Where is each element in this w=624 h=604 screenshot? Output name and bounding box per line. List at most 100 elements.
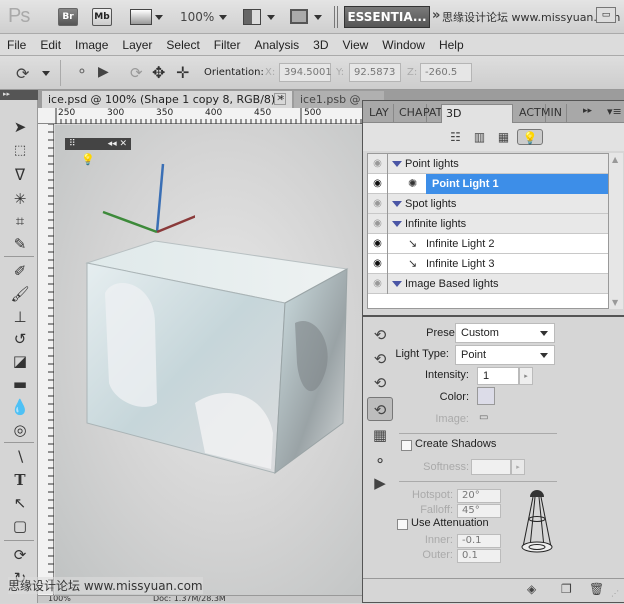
expand-triangle-icon[interactable] bbox=[392, 281, 402, 287]
panel-splitter[interactable] bbox=[363, 315, 624, 317]
lasso-tool-icon[interactable]: ᐁ bbox=[8, 164, 32, 186]
visibility-eye-icon[interactable]: ◉ bbox=[368, 214, 388, 234]
gradient-tool-icon[interactable]: ▬ bbox=[8, 373, 32, 395]
visibility-eye-icon[interactable]: ◉ bbox=[368, 174, 388, 194]
visibility-eye-icon[interactable]: ◉ bbox=[368, 234, 388, 254]
expand-triangle-icon[interactable] bbox=[392, 161, 402, 167]
orientation-x-input[interactable]: 394.5001 bbox=[279, 63, 332, 82]
launch-minibridge-button[interactable]: Mb bbox=[92, 8, 112, 26]
intensity-input[interactable]: 1 bbox=[477, 367, 519, 385]
folder-icon[interactable]: ▭ bbox=[479, 412, 488, 423]
view-extras-dropdown[interactable] bbox=[155, 15, 163, 20]
light-infinite-light-2[interactable]: ◉ ↘ Infinite Light 2 bbox=[368, 234, 608, 254]
visibility-eye-icon[interactable]: ◉ bbox=[368, 274, 388, 294]
rotate-light-tool-icon[interactable]: ⟲ bbox=[367, 397, 393, 421]
magic-wand-tool-icon[interactable]: ✳ bbox=[8, 188, 32, 210]
falloff-input[interactable]: 45° bbox=[457, 504, 501, 518]
inner-input[interactable]: -0.1 bbox=[457, 534, 501, 548]
type-tool-icon[interactable]: T bbox=[8, 469, 32, 491]
group-infinite-lights[interactable]: ◉ Infinite lights bbox=[368, 214, 608, 234]
document-canvas[interactable]: ⠿ ◂◂ ✕ 💡 bbox=[55, 125, 365, 595]
move-tool-icon[interactable]: ➤ bbox=[8, 116, 32, 138]
arrange-documents-icon[interactable] bbox=[243, 9, 261, 25]
orientation-y-input[interactable]: 92.5873 bbox=[349, 63, 401, 82]
light-type-select[interactable]: Point bbox=[455, 345, 555, 365]
drag-light-icon[interactable]: ✥ bbox=[152, 63, 165, 82]
menu-3d[interactable]: 3D bbox=[306, 34, 335, 56]
workspace-overflow-button[interactable]: » bbox=[432, 8, 440, 23]
tool-preset-dropdown[interactable] bbox=[42, 71, 50, 76]
shape-tool-icon[interactable]: ▢ bbox=[8, 515, 32, 537]
tab-3d-lights[interactable]: 3D {LIGHTS} bbox=[441, 104, 513, 138]
hotspot-input[interactable]: 20° bbox=[457, 489, 501, 503]
orientation-z-input[interactable]: -260.5 bbox=[420, 63, 472, 82]
new-spot-light-icon[interactable]: ⟲ bbox=[367, 347, 393, 371]
light-bulb-icon[interactable]: 💡 bbox=[81, 153, 95, 166]
history-brush-tool-icon[interactable]: ↺ bbox=[8, 328, 32, 350]
collapse-close-icons[interactable]: ◂◂ ✕ bbox=[108, 138, 127, 150]
intensity-slider-button[interactable]: ▸ bbox=[519, 367, 533, 385]
status-zoom[interactable]: 100% bbox=[48, 596, 71, 603]
view-extras-icon[interactable] bbox=[130, 9, 152, 25]
lights-tree-scrollbar[interactable]: ▲ ▼ bbox=[609, 153, 623, 309]
eraser-tool-icon[interactable]: ◪ bbox=[8, 350, 32, 372]
delete-light-icon[interactable]: 🗑 bbox=[589, 582, 604, 596]
3d-axis-gizmo[interactable] bbox=[95, 160, 195, 240]
group-spot-lights[interactable]: ◉ Spot lights bbox=[368, 194, 608, 214]
filter-lights-icon[interactable]: 💡 bbox=[517, 129, 543, 145]
slide-light-icon[interactable]: ✛ bbox=[176, 63, 189, 82]
tools-panel-collapse[interactable]: ▸▸ bbox=[0, 90, 38, 100]
move-to-camera-icon[interactable]: ▶ bbox=[367, 471, 393, 495]
dodge-tool-icon[interactable]: ◎ bbox=[8, 419, 32, 441]
filter-whole-scene-icon[interactable]: ☷ bbox=[447, 129, 464, 145]
healing-brush-tool-icon[interactable]: ✐ bbox=[8, 260, 32, 282]
create-new-light-icon[interactable]: ❐ bbox=[561, 582, 572, 596]
menu-filter[interactable]: Filter bbox=[207, 34, 248, 56]
create-shadows-checkbox[interactable] bbox=[401, 440, 412, 451]
new-point-light-icon[interactable]: ⟲ bbox=[367, 323, 393, 347]
menu-file[interactable]: File bbox=[0, 34, 33, 56]
menu-select[interactable]: Select bbox=[159, 34, 206, 56]
group-image-based-lights[interactable]: ◉ Image Based lights bbox=[368, 274, 608, 294]
panel-expand-icon[interactable]: ▸▸ bbox=[583, 106, 592, 116]
filter-materials-icon[interactable]: ▦ bbox=[495, 129, 512, 145]
eyedropper-tool-icon[interactable]: ✎ bbox=[8, 233, 32, 255]
ice-cube-3d-object[interactable] bbox=[85, 233, 355, 493]
menu-image[interactable]: Image bbox=[68, 34, 115, 56]
use-attenuation-checkbox[interactable] bbox=[397, 519, 408, 530]
light-infinite-light-3[interactable]: ◉ ↘ Infinite Light 3 bbox=[368, 254, 608, 274]
visibility-eye-icon[interactable]: ◉ bbox=[368, 254, 388, 274]
window-restore-button[interactable]: ▭ bbox=[596, 7, 616, 23]
close-tab-icon[interactable]: ✕ bbox=[274, 93, 286, 105]
arrange-dropdown[interactable] bbox=[267, 15, 275, 20]
expand-triangle-icon[interactable] bbox=[392, 201, 402, 207]
screen-mode-dropdown[interactable] bbox=[314, 15, 322, 20]
menu-view[interactable]: View bbox=[335, 34, 375, 56]
zoom-level[interactable]: 100% bbox=[180, 10, 214, 24]
expand-triangle-icon[interactable] bbox=[392, 221, 402, 227]
menu-help[interactable]: Help bbox=[432, 34, 471, 56]
return-light-to-origin-icon[interactable]: ⚬ bbox=[76, 64, 88, 80]
crop-tool-icon[interactable]: ⌗ bbox=[8, 210, 32, 232]
pen-tool-icon[interactable]: ∖ bbox=[8, 446, 32, 468]
paint-on-texture-icon[interactable]: ▦ bbox=[367, 423, 393, 447]
scroll-up-icon[interactable]: ▲ bbox=[612, 155, 618, 164]
visibility-eye-icon[interactable]: ◉ bbox=[368, 194, 388, 214]
menu-window[interactable]: Window bbox=[375, 34, 432, 56]
menu-analysis[interactable]: Analysis bbox=[247, 34, 306, 56]
softness-input[interactable] bbox=[471, 459, 511, 475]
screen-mode-icon[interactable] bbox=[290, 9, 308, 24]
3d-light-rotate-tool-preset-icon[interactable]: ⟳ bbox=[16, 64, 29, 83]
tab-mini-bridge[interactable]: MIN bbox=[537, 104, 567, 123]
move-light-to-camera-icon[interactable]: ▶ bbox=[98, 64, 109, 80]
workspace-essentials-button[interactable]: ESSENTIA... bbox=[344, 6, 430, 28]
marquee-tool-icon[interactable]: ⬚ bbox=[8, 140, 32, 162]
launch-bridge-button[interactable]: Br bbox=[58, 8, 78, 26]
preset-select[interactable]: Custom bbox=[455, 323, 555, 343]
tab-layers[interactable]: LAY bbox=[365, 104, 394, 123]
clone-stamp-tool-icon[interactable]: ⊥ bbox=[8, 306, 32, 328]
menu-edit[interactable]: Edit bbox=[33, 34, 68, 56]
rotate-light-icon[interactable]: ⟳ bbox=[130, 64, 143, 82]
outer-input[interactable]: 0.1 bbox=[457, 549, 501, 563]
panel-menu-icon[interactable]: ▾≡ bbox=[607, 105, 622, 118]
